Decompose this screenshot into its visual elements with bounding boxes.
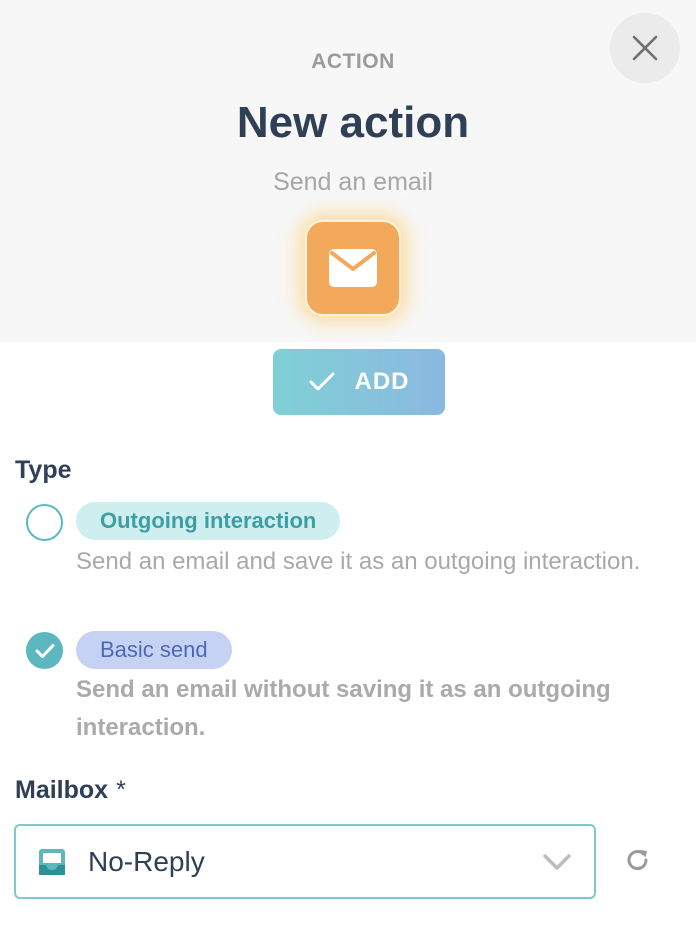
mailbox-select[interactable]: No-Reply <box>14 824 596 899</box>
required-marker: * <box>116 776 126 804</box>
page-subtitle: Send an email <box>273 168 433 196</box>
envelope-icon <box>329 249 377 287</box>
chevron-down-icon <box>543 853 571 870</box>
inbox-icon <box>39 848 65 875</box>
check-icon <box>35 643 54 658</box>
option-description-basic: Send an email without saving it as an ou… <box>76 676 611 741</box>
mailbox-label-text: Mailbox <box>15 776 109 804</box>
add-button-label: ADD <box>354 368 410 395</box>
header-eyebrow: ACTION <box>311 50 395 73</box>
add-button[interactable]: ADD <box>273 349 445 415</box>
mailbox-label: Mailbox * <box>15 776 126 805</box>
header-panel: ACTION New action Send an email <box>0 0 696 342</box>
chip-outgoing-interaction[interactable]: Outgoing interaction <box>76 502 341 540</box>
chip-basic-send[interactable]: Basic send <box>76 631 232 669</box>
refresh-icon[interactable] <box>624 846 652 874</box>
check-icon <box>309 372 334 391</box>
close-button[interactable] <box>610 13 680 83</box>
close-icon <box>632 35 658 61</box>
action-type-badge <box>305 220 401 316</box>
option-description-outgoing: Send an email and save it as an outgoing… <box>76 548 641 575</box>
page-title: New action <box>236 98 470 147</box>
type-label: Type <box>15 456 72 484</box>
radio-outgoing-interaction[interactable] <box>26 504 63 541</box>
radio-basic-send[interactable] <box>26 632 63 669</box>
mailbox-value: No-Reply <box>88 845 205 877</box>
